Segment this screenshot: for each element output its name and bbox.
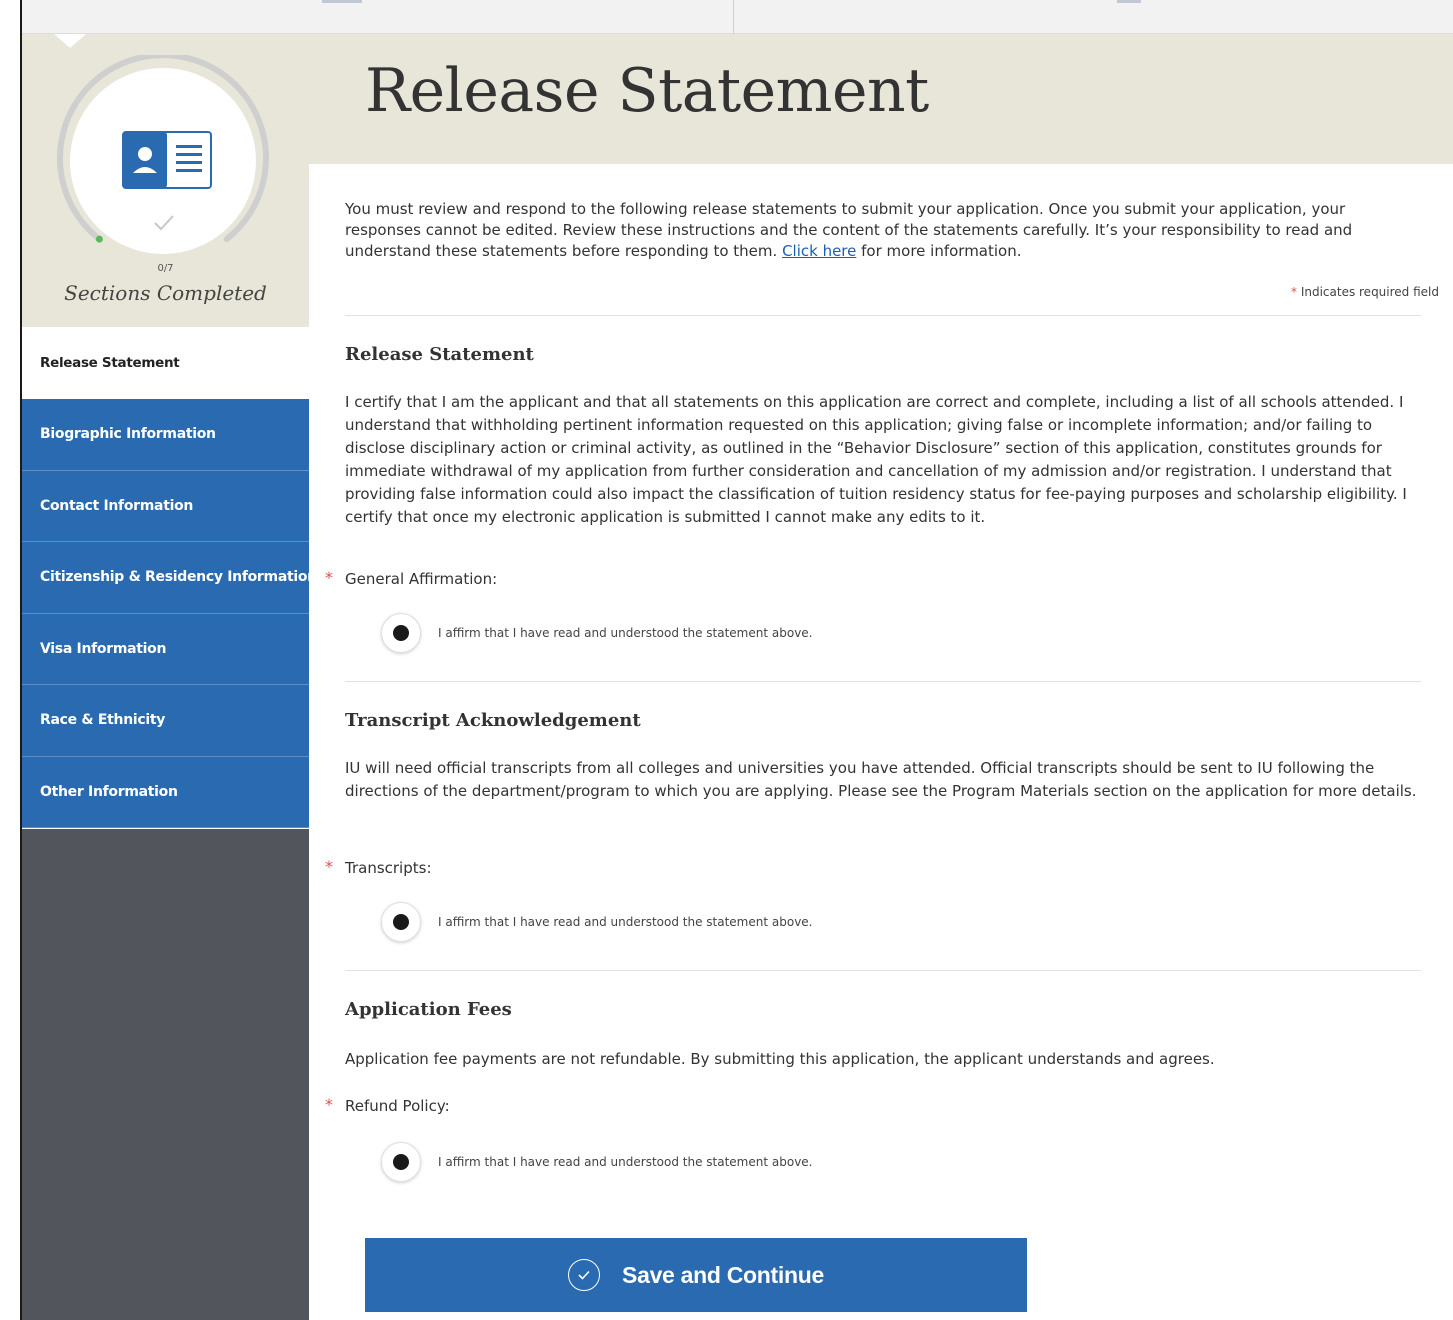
refund-policy-label: * Refund Policy: (325, 1095, 450, 1115)
progress-start-dot (95, 235, 103, 243)
nav-item-label: Citizenship & Residency Information (40, 569, 317, 586)
more-info-link[interactable]: Click here (782, 242, 856, 260)
required-star: * (1290, 285, 1297, 299)
top-tab-remnant (322, 0, 362, 3)
section-divider (345, 681, 1421, 682)
radio-option-label: I affirm that I have read and understood… (438, 1155, 813, 1169)
nav-item-citizenship-residency[interactable]: Citizenship & Residency Information (22, 542, 317, 614)
radio-button[interactable] (381, 613, 421, 653)
required-field-note: * Indicates required field (1291, 285, 1439, 299)
panel-notch (54, 34, 86, 48)
radio-selected-dot (393, 914, 409, 930)
nav-item-label: Release Statement (40, 355, 180, 371)
intro-paragraph: You must review and respond to the follo… (345, 199, 1423, 262)
release-statement-text: I certify that I am the applicant and th… (345, 393, 1407, 526)
section-divider (345, 970, 1421, 971)
section-nav: Release Statement Biographic Information… (22, 327, 317, 828)
check-circle-icon (568, 1259, 601, 1291)
save-button-label: Save and Continue (622, 1261, 824, 1288)
section-title-release-statement: Release Statement (345, 344, 534, 365)
nav-item-release-statement[interactable]: Release Statement (22, 327, 309, 399)
top-tab-remnant (1117, 0, 1141, 3)
nav-item-label: Other Information (40, 783, 178, 800)
nav-item-label: Race & Ethnicity (40, 712, 166, 729)
application-frame: 0/7 Sections Completed Release Statement… (20, 0, 1453, 1320)
radio-option-label: I affirm that I have read and understood… (438, 915, 813, 929)
refund-policy-radio[interactable]: I affirm that I have read and understood… (381, 1142, 813, 1182)
radio-selected-dot (393, 625, 409, 641)
required-star: * (325, 568, 333, 587)
intro-text-end: for more information. (856, 242, 1022, 260)
tab-divider (733, 0, 734, 34)
top-tab-strip (22, 0, 1453, 34)
general-affirmation-label: * General Affirmation: (325, 568, 498, 588)
nav-item-other-information[interactable]: Other Information (22, 756, 309, 828)
progress-label: Sections Completed (64, 281, 267, 305)
progress-count: 0/7 (157, 263, 174, 274)
section-title-transcript-acknowledgement: Transcript Acknowledgement (345, 710, 641, 731)
radio-button[interactable] (381, 902, 421, 942)
required-star: * (325, 857, 333, 876)
page-title: Release Statement (365, 56, 929, 126)
field-label-text: Refund Policy: (345, 1097, 450, 1115)
nav-item-biographic-information[interactable]: Biographic Information (22, 399, 309, 471)
sidebar-filler (22, 829, 309, 1320)
save-and-continue-button[interactable]: Save and Continue (365, 1238, 1027, 1312)
profile-card-icon (122, 131, 212, 189)
transcripts-radio[interactable]: I affirm that I have read and understood… (381, 902, 813, 942)
radio-selected-dot (393, 1154, 409, 1170)
required-note-text: Indicates required field (1300, 285, 1439, 299)
application-fees-text: Application fee payments are not refunda… (345, 1050, 1215, 1068)
transcript-text: IU will need official transcripts from a… (345, 759, 1417, 800)
nav-item-label: Visa Information (40, 640, 167, 657)
section-divider (345, 315, 1421, 316)
nav-item-contact-information[interactable]: Contact Information (22, 470, 309, 542)
field-label-text: Transcripts: (345, 859, 432, 877)
nav-item-label: Biographic Information (40, 426, 216, 443)
nav-item-visa-information[interactable]: Visa Information (22, 613, 309, 685)
section-title-application-fees: Application Fees (345, 999, 512, 1020)
field-label-text: General Affirmation: (345, 570, 498, 588)
page-header: Release Statement (309, 34, 1453, 164)
nav-item-race-ethnicity[interactable]: Race & Ethnicity (22, 685, 309, 757)
radio-button[interactable] (381, 1142, 421, 1182)
required-star: * (325, 1095, 333, 1114)
radio-option-label: I affirm that I have read and understood… (438, 626, 813, 640)
check-icon (152, 213, 176, 233)
general-affirmation-radio[interactable]: I affirm that I have read and understood… (381, 613, 813, 653)
transcripts-label: * Transcripts: (325, 857, 432, 877)
nav-item-label: Contact Information (40, 497, 194, 514)
